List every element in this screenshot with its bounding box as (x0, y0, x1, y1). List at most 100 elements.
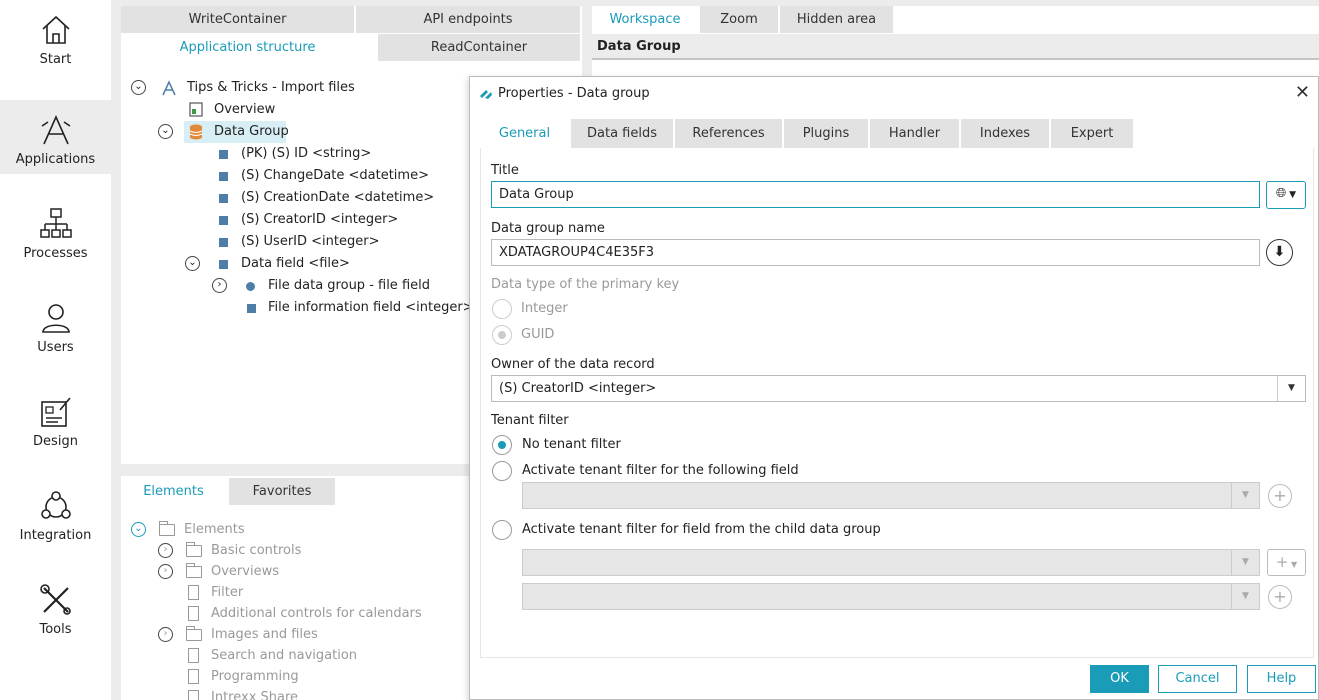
group-name-label: Data group name (491, 221, 605, 236)
expand-icon[interactable]: › (158, 627, 173, 642)
radio-tenant-child[interactable] (492, 520, 512, 540)
group-name-input[interactable]: XDATAGROUP4C4E35F3 (491, 239, 1260, 266)
tab-elements[interactable]: Elements (121, 478, 228, 505)
elements-item-calendar-controls[interactable]: Additional controls for calendars (158, 603, 458, 625)
field-square-icon (219, 238, 228, 247)
chevron-down-icon[interactable]: ▼ (1277, 376, 1305, 401)
dialog-tab-expert[interactable]: Expert (1051, 119, 1133, 148)
tree-item-file-data-group[interactable]: › File data group - file field (212, 275, 512, 297)
owner-select-value: (S) CreatorID <integer> (499, 381, 657, 396)
tree-root-label: Tips & Tricks - Import files (187, 80, 355, 95)
left-navigation-rail: Start Applications Processes Users Desig… (0, 0, 111, 700)
rail-item-start[interactable]: Start (0, 0, 111, 74)
tree-item-data-group-label: Data Group (214, 124, 289, 139)
elements-item-images-files[interactable]: › Images and files (158, 624, 458, 646)
expand-icon[interactable]: › (212, 278, 227, 293)
chevron-down-icon: ▼ (1288, 560, 1298, 569)
tenant-child-group-select[interactable]: ▼ (522, 549, 1260, 576)
radio-no-tenant-filter-label: No tenant filter (522, 437, 621, 452)
ok-button[interactable]: OK (1090, 665, 1149, 693)
collapse-icon[interactable]: ⌄ (131, 80, 146, 95)
tree-item-overview-label: Overview (214, 102, 276, 117)
collapse-icon[interactable]: ⌄ (185, 256, 200, 271)
elements-item-label: Filter (211, 585, 244, 600)
add-icon[interactable]: + (1268, 484, 1292, 508)
tab-workspace[interactable]: Workspace (592, 6, 700, 33)
tab-write-container[interactable]: WriteContainer (121, 6, 356, 33)
elements-item-programming[interactable]: Programming (158, 666, 458, 688)
folder-icon (159, 521, 175, 536)
radio-integer-label: Integer (521, 301, 568, 316)
elements-item-intrexx-share[interactable]: Intrexx Share (158, 687, 458, 700)
rail-label-tools: Tools (39, 622, 72, 637)
tree-root[interactable]: ⌄ Tips & Tricks - Import files (131, 77, 461, 99)
application-icon (162, 80, 176, 96)
tab-zoom[interactable]: Zoom (700, 6, 780, 33)
users-icon (41, 304, 70, 333)
title-input[interactable]: Data Group (491, 181, 1260, 208)
close-icon[interactable]: ✕ (1295, 82, 1310, 103)
title-label: Title (491, 163, 519, 178)
elements-item-label: Images and files (211, 627, 318, 642)
tree-field-label: (S) CreatorID <integer> (241, 212, 399, 227)
collapse-icon[interactable]: ⌄ (131, 522, 146, 537)
rail-item-users[interactable]: Users (0, 288, 111, 362)
cancel-button[interactable]: Cancel (1158, 665, 1237, 693)
dialog-tab-references[interactable]: References (675, 119, 782, 148)
tenant-field-select[interactable]: ▼ (522, 482, 1260, 509)
elements-item-search-navigation[interactable]: Search and navigation (158, 645, 458, 667)
chevron-down-icon: ▼ (1231, 483, 1259, 508)
download-arrow-icon[interactable]: ⬇ (1266, 239, 1293, 266)
radio-integer[interactable] (492, 299, 512, 319)
tree-item-data-group[interactable]: ⌄ Data Group (157, 121, 417, 143)
dialog-tab-data-fields[interactable]: Data fields (571, 119, 673, 148)
rail-label-integration: Integration (19, 528, 92, 543)
document-icon (188, 585, 199, 600)
document-icon (188, 690, 199, 700)
radio-guid[interactable] (492, 325, 512, 345)
field-square-icon (219, 172, 228, 181)
expand-icon[interactable]: › (158, 564, 173, 579)
rail-item-applications[interactable]: Applications (0, 100, 111, 174)
elements-root[interactable]: ⌄ Elements (131, 519, 431, 541)
field-square-icon (219, 216, 228, 225)
elements-item-label: Basic controls (211, 543, 302, 558)
processes-icon (39, 208, 72, 238)
field-square-icon (219, 194, 228, 203)
rail-item-tools[interactable]: Tools (0, 570, 111, 644)
owner-select[interactable]: (S) CreatorID <integer> ▼ (491, 375, 1306, 402)
document-icon (188, 648, 199, 663)
help-button[interactable]: Help (1247, 665, 1316, 693)
add-dropdown-button[interactable]: + ▼ (1267, 549, 1306, 576)
elements-root-label: Elements (184, 522, 245, 537)
add-icon[interactable]: + (1268, 585, 1292, 609)
rail-label-applications: Applications (15, 152, 96, 167)
elements-item-basic-controls[interactable]: › Basic controls (158, 540, 458, 562)
tab-favorites[interactable]: Favorites (229, 478, 337, 505)
dialog-tab-indexes[interactable]: Indexes (961, 119, 1049, 148)
tab-hidden-area[interactable]: Hidden area (780, 6, 895, 33)
radio-tenant-field[interactable] (492, 461, 512, 481)
rail-item-processes[interactable]: Processes (0, 194, 111, 268)
radio-no-tenant-filter[interactable] (492, 435, 512, 455)
rail-item-integration[interactable]: Integration (0, 476, 111, 550)
elements-item-filter[interactable]: Filter (158, 582, 458, 604)
tab-api-endpoints[interactable]: API endpoints (356, 6, 582, 33)
add-icon: + (1275, 553, 1289, 571)
tab-read-container[interactable]: ReadContainer (378, 34, 582, 61)
tree-item-data-field[interactable]: ⌄ Data field <file> (185, 253, 485, 275)
dialog-tab-plugins[interactable]: Plugins (784, 119, 868, 148)
language-button[interactable]: 🌐︎ ▼ (1266, 181, 1306, 209)
rail-item-design[interactable]: Design (0, 382, 111, 456)
tab-application-structure[interactable]: Application structure (121, 34, 376, 61)
tree-item-overview[interactable]: Overview (187, 99, 387, 121)
field-square-icon (247, 304, 256, 313)
elements-item-overviews[interactable]: › Overviews (158, 561, 458, 583)
dialog-tab-handler[interactable]: Handler (870, 119, 959, 148)
globe-icon: 🌐︎ (1275, 186, 1287, 201)
collapse-icon[interactable]: ⌄ (158, 124, 173, 139)
dialog-tab-general[interactable]: General (480, 119, 569, 148)
app-logo-icon (480, 90, 492, 99)
expand-icon[interactable]: › (158, 543, 173, 558)
tenant-child-field-select[interactable]: ▼ (522, 583, 1260, 610)
